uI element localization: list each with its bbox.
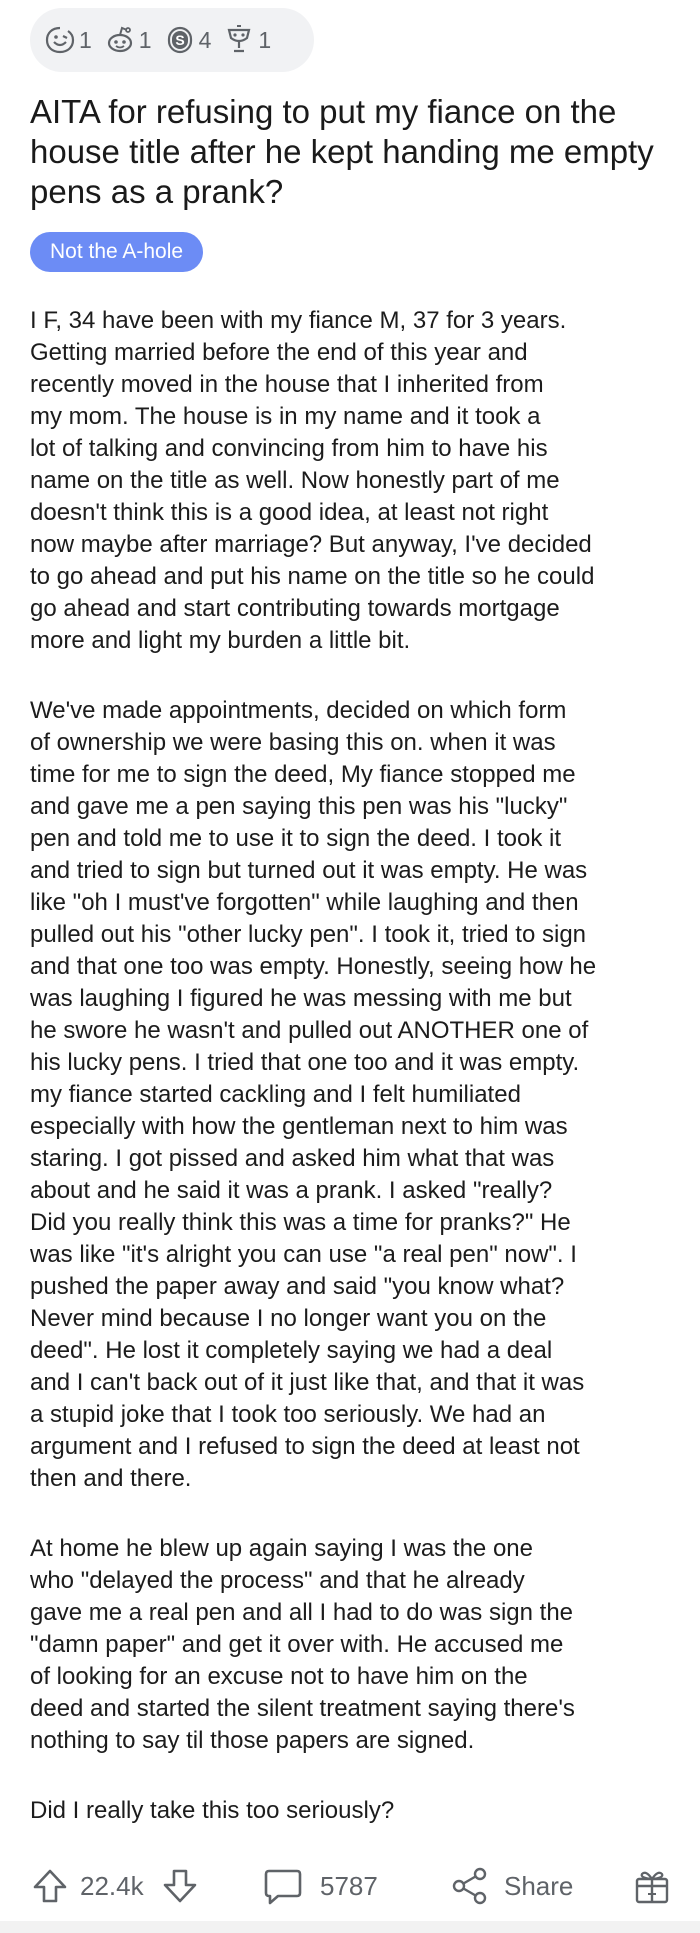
upvote-button[interactable] <box>30 1855 70 1917</box>
comment-count: 5787 <box>320 1870 378 1901</box>
awards-bar[interactable]: 1 1 S 4 1 <box>30 8 314 72</box>
svg-text:S: S <box>175 32 184 48</box>
post-title: AITA for refusing to put my fiance on th… <box>30 93 654 210</box>
upvote-arrow-icon <box>33 1869 67 1903</box>
comment-bubble-icon <box>264 1869 302 1905</box>
post-paragraph: I F, 34 have been with my fiance M, 37 f… <box>30 307 595 654</box>
award-count: 1 <box>258 26 272 53</box>
downvote-arrow-icon <box>163 1869 197 1903</box>
post-flair[interactable]: Not the A-hole <box>30 232 204 272</box>
bottom-divider <box>0 1921 700 1933</box>
comments-button[interactable]: 5787 <box>262 1855 378 1917</box>
award-snoo[interactable]: 1 <box>104 24 152 56</box>
gift-award-icon <box>635 1871 669 1904</box>
post-action-bar: 22.4k 5787 Share <box>0 1855 700 1917</box>
award-count: 1 <box>79 26 92 53</box>
snoo-award-icon <box>107 26 132 53</box>
vote-score: 22.4k <box>80 1870 144 1901</box>
trophy-snoo-award-icon <box>227 25 251 53</box>
award-smiley[interactable]: 1 <box>44 24 92 56</box>
award-count: 4 <box>198 26 212 53</box>
post-paragraph: We've made appointments, decided on whic… <box>30 697 597 1492</box>
silver-coin-award-icon: S <box>167 26 192 54</box>
share-button[interactable]: Share <box>450 1855 573 1917</box>
award-trophy[interactable]: 1 <box>223 24 271 56</box>
share-icon <box>452 1867 487 1905</box>
award-count: 1 <box>138 26 152 53</box>
give-award-button[interactable] <box>632 1855 672 1917</box>
post-paragraph: At home he blew up again saying I was th… <box>30 1535 575 1754</box>
post-body: I F, 34 have been with my fiance M, 37 f… <box>30 305 680 1865</box>
downvote-button[interactable] <box>160 1855 200 1917</box>
post-paragraph: Did I really take this too seriously? <box>30 1797 395 1824</box>
award-silver[interactable]: S 4 <box>164 24 212 56</box>
share-label: Share <box>504 1870 574 1901</box>
smiley-award-icon <box>45 26 75 54</box>
